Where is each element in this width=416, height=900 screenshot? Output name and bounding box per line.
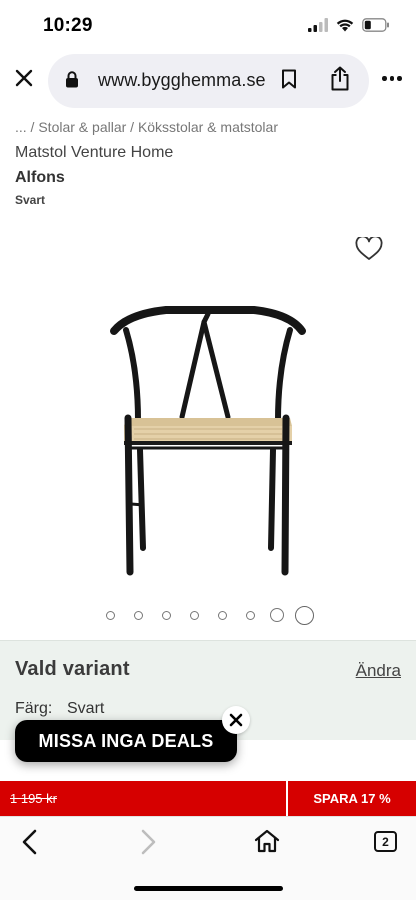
lock-icon bbox=[66, 71, 78, 88]
close-button[interactable] bbox=[12, 66, 36, 90]
bookmark-button[interactable] bbox=[281, 69, 297, 94]
close-icon bbox=[229, 713, 243, 727]
forward-button[interactable] bbox=[138, 829, 158, 860]
signal-icon bbox=[308, 18, 328, 32]
url-text: www.bygghemma.se bbox=[98, 70, 266, 90]
carousel-dot[interactable] bbox=[190, 611, 199, 620]
home-indicator[interactable] bbox=[134, 886, 283, 891]
tabs-button[interactable]: 2 bbox=[374, 831, 397, 852]
color-label: Färg: bbox=[15, 700, 53, 717]
status-bar: 10:29 bbox=[0, 0, 416, 52]
carousel-dot[interactable] bbox=[218, 611, 227, 620]
back-button[interactable] bbox=[20, 829, 40, 860]
heart-icon bbox=[355, 235, 383, 260]
deals-banner-text: MISSA INGA DEALS bbox=[38, 730, 214, 751]
tabs-count: 2 bbox=[382, 834, 389, 849]
color-value: Svart bbox=[67, 700, 105, 717]
forward-icon bbox=[141, 829, 156, 855]
carousel-dot[interactable] bbox=[162, 611, 171, 620]
share-icon bbox=[331, 66, 349, 91]
breadcrumb[interactable]: ... / Stolar & pallar / Köksstolar & mat… bbox=[15, 119, 278, 135]
carousel-dot[interactable] bbox=[134, 611, 143, 620]
deals-banner[interactable]: MISSA INGA DEALS bbox=[15, 720, 237, 762]
carousel-dot[interactable] bbox=[246, 611, 255, 620]
more-icon[interactable] bbox=[382, 76, 402, 81]
save-badge: SPARA 17 % bbox=[313, 791, 391, 806]
product-image[interactable] bbox=[104, 300, 312, 580]
back-icon bbox=[22, 829, 37, 855]
old-price: 1 195 kr bbox=[10, 791, 57, 806]
status-time: 10:29 bbox=[43, 15, 93, 36]
variant-title: Vald variant bbox=[15, 658, 130, 680]
close-icon bbox=[15, 69, 33, 87]
status-icons bbox=[308, 18, 390, 32]
price-strip: 1 195 kr SPARA 17 % bbox=[0, 781, 416, 818]
battery-icon bbox=[362, 18, 389, 32]
share-button[interactable] bbox=[330, 66, 350, 96]
change-variant-link[interactable]: Ändra bbox=[356, 661, 401, 681]
deals-close-button[interactable] bbox=[222, 706, 250, 734]
carousel-dot[interactable] bbox=[270, 608, 284, 622]
product-category: Matstol Venture Home bbox=[15, 144, 174, 161]
product-variant: Svart bbox=[15, 193, 46, 207]
bookmark-icon bbox=[282, 69, 296, 89]
carousel-dots bbox=[0, 606, 416, 626]
address-bar[interactable]: www.bygghemma.se bbox=[48, 54, 369, 108]
carousel-dot[interactable] bbox=[295, 606, 314, 625]
product-name: Alfons bbox=[15, 169, 65, 186]
home-icon bbox=[254, 829, 280, 853]
home-button[interactable] bbox=[254, 829, 280, 858]
browser-toolbar: 2 bbox=[0, 816, 416, 900]
favorite-button[interactable] bbox=[355, 235, 383, 266]
wifi-icon bbox=[336, 19, 354, 32]
browser-bar: www.bygghemma.se bbox=[0, 52, 416, 108]
carousel-dot[interactable] bbox=[106, 611, 115, 620]
